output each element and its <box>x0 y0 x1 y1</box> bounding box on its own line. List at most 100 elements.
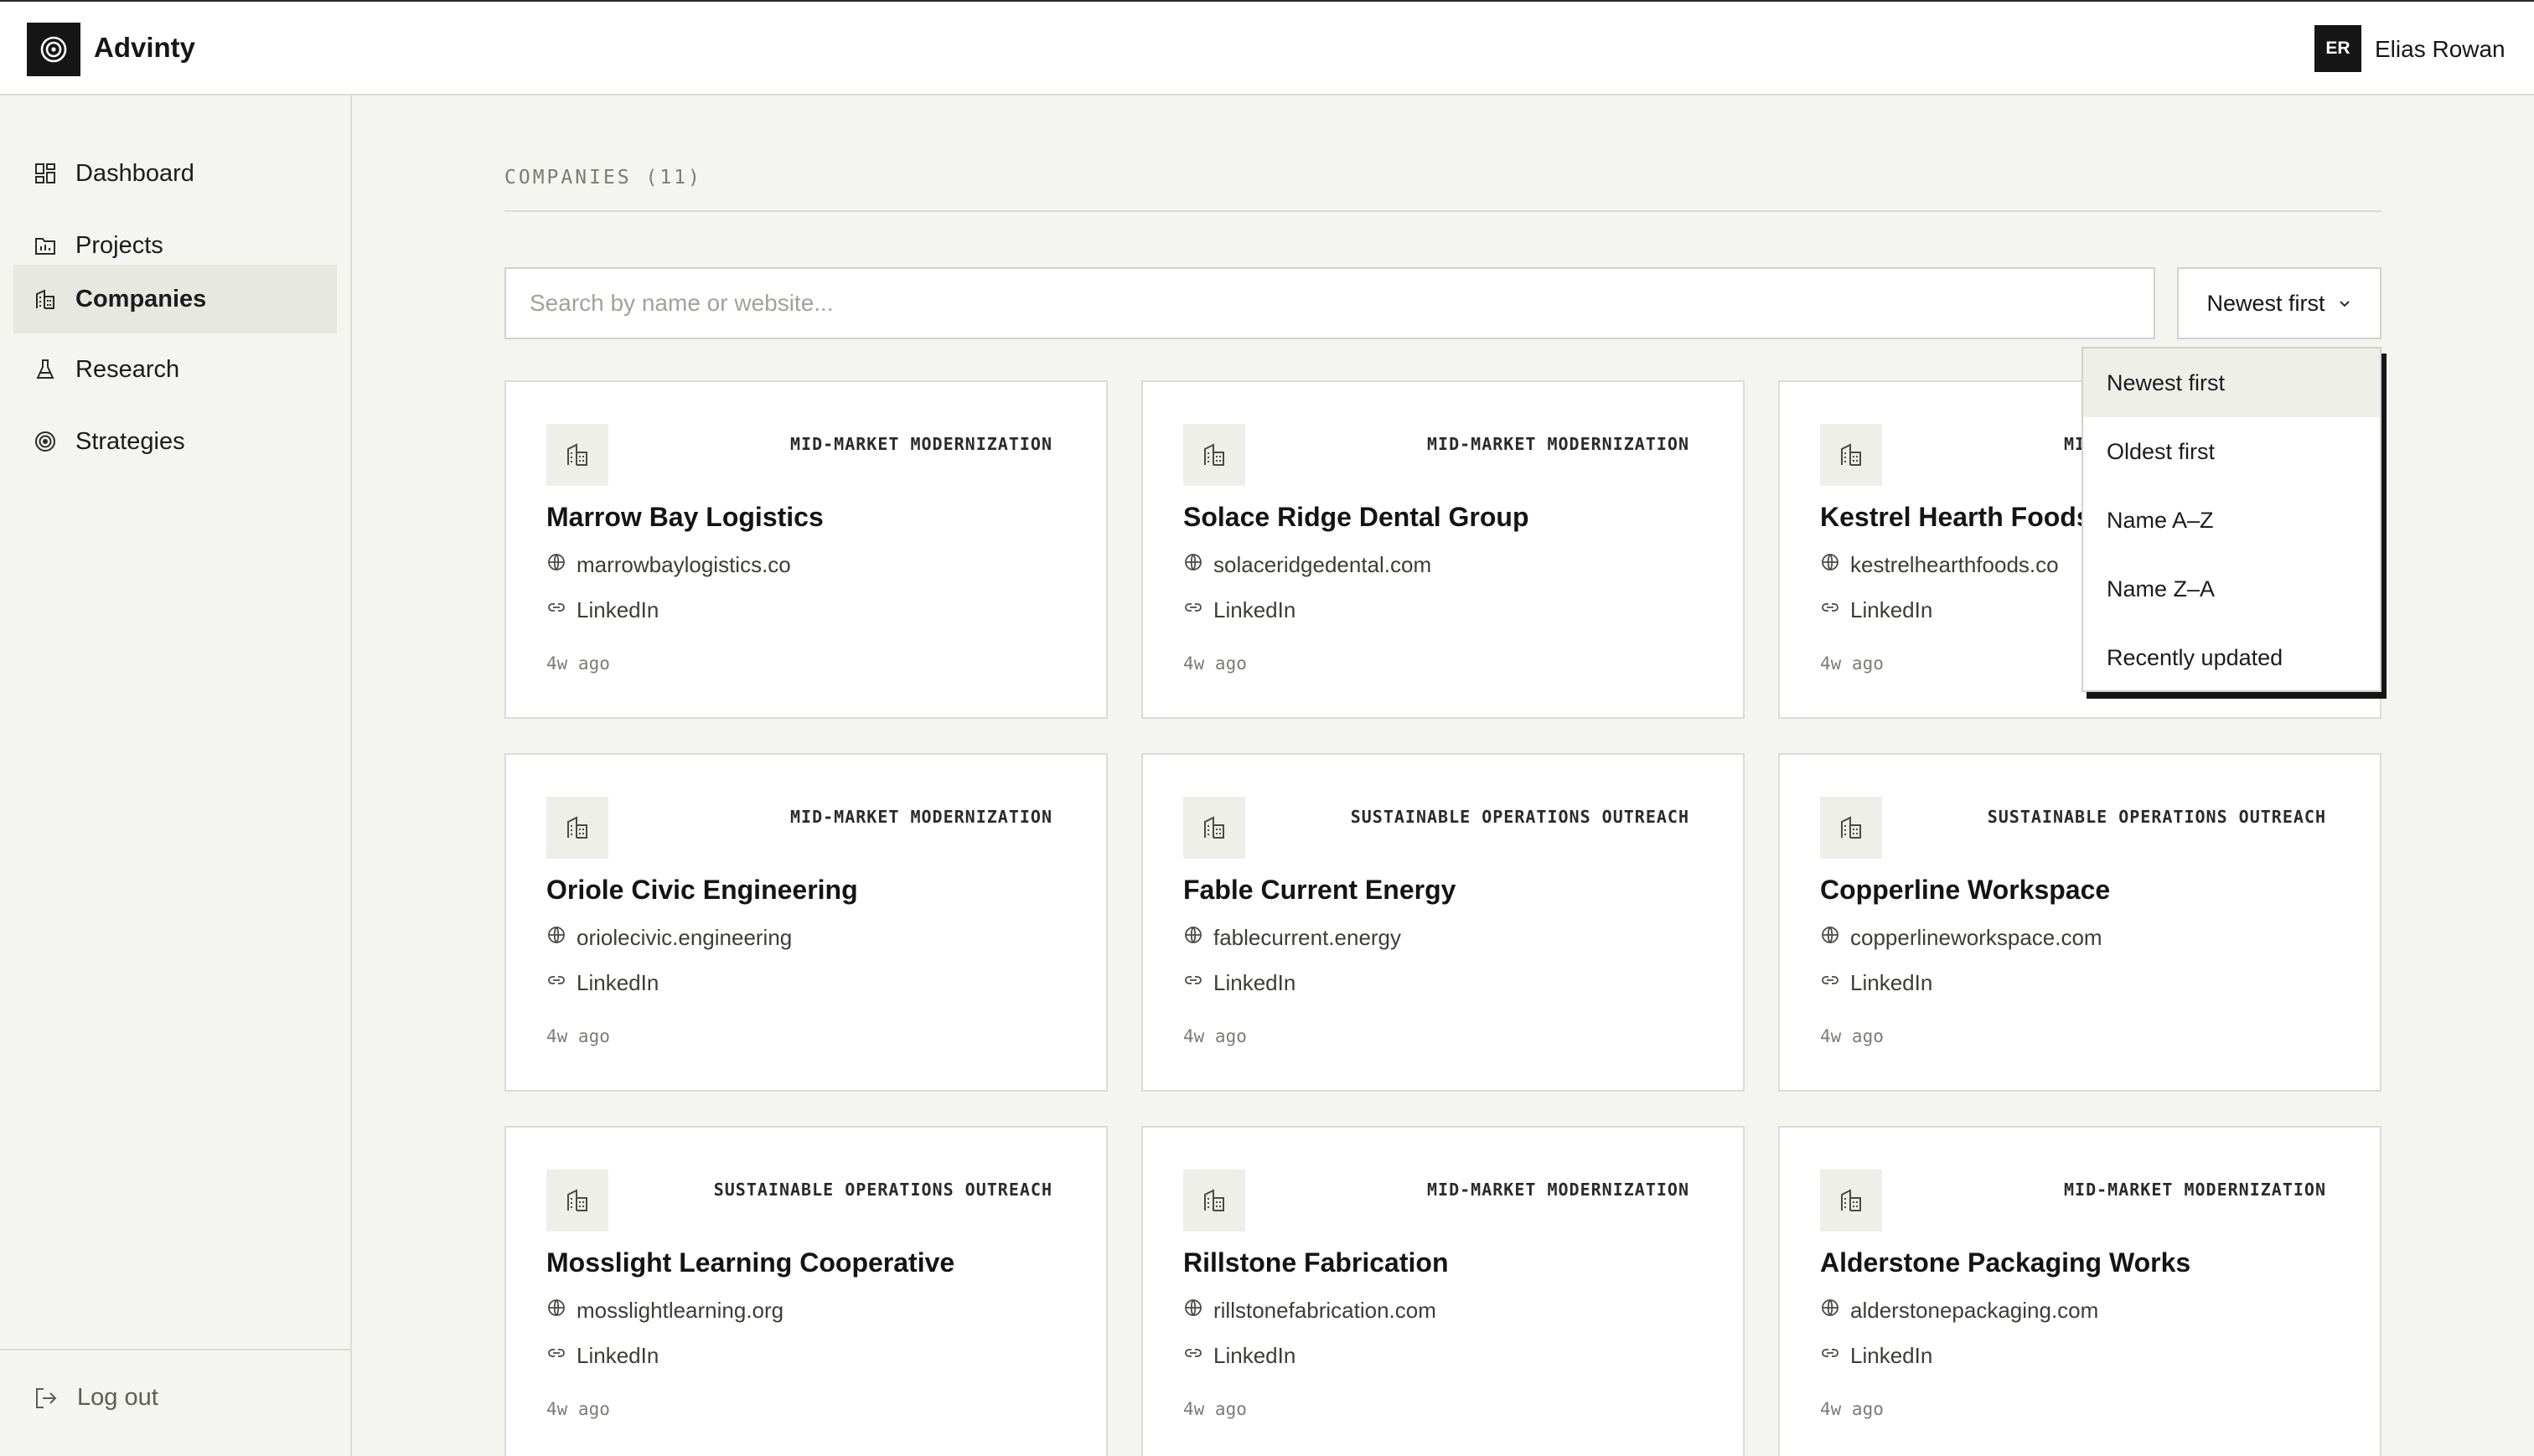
company-card[interactable]: SUSTAINABLE OPERATIONS OUTREACH Copperli… <box>1778 753 2381 1092</box>
campaign-tag: MID-MARKET MODERNIZATION <box>1427 1180 1689 1200</box>
logout-button[interactable]: Log out <box>34 1384 158 1412</box>
globe-icon <box>1183 1298 1213 1324</box>
search-field[interactable] <box>504 267 2155 339</box>
company-card[interactable]: SUSTAINABLE OPERATIONS OUTREACH Fable Cu… <box>1141 753 1745 1092</box>
sort-option-name-desc[interactable]: Name Z–A <box>2083 555 2380 623</box>
linkedin-text[interactable]: LinkedIn <box>1213 597 1295 623</box>
campaign-tag: SUSTAINABLE OPERATIONS OUTREACH <box>713 1180 1052 1200</box>
sidebar-item-strategies[interactable]: Strategies <box>13 407 337 476</box>
sort-option-recently-updated[interactable]: Recently updated <box>2083 623 2380 692</box>
website-text[interactable]: copperlineworkspace.com <box>1850 925 2102 951</box>
target-icon[interactable] <box>27 23 80 76</box>
company-website[interactable]: marrowbaylogistics.co <box>546 552 791 578</box>
website-text[interactable]: fablecurrent.energy <box>1213 925 1401 951</box>
building-icon <box>1820 424 1882 486</box>
link-icon <box>546 1343 577 1369</box>
flask-icon <box>36 359 54 379</box>
company-linkedin[interactable]: LinkedIn <box>1183 1343 1295 1369</box>
company-website[interactable]: rillstonefabrication.com <box>1183 1298 1436 1324</box>
building-icon <box>1183 797 1245 859</box>
building-icon <box>546 797 608 859</box>
company-linkedin[interactable]: LinkedIn <box>1820 597 1932 623</box>
company-name[interactable]: Rillstone Fabrication <box>1183 1247 1448 1278</box>
linkedin-text[interactable]: LinkedIn <box>577 597 659 623</box>
company-card[interactable]: MID-MARKET MODERNIZATION Solace Ridge De… <box>1141 380 1745 719</box>
company-website[interactable]: solaceridgedental.com <box>1183 552 1431 578</box>
sidebar-item-label: Research <box>75 355 180 383</box>
linkedin-text[interactable]: LinkedIn <box>1850 970 1932 996</box>
company-linkedin[interactable]: LinkedIn <box>546 1343 659 1369</box>
company-website[interactable]: alderstonepackaging.com <box>1820 1298 2098 1324</box>
linkedin-text[interactable]: LinkedIn <box>1850 1343 1932 1369</box>
website-text[interactable]: alderstonepackaging.com <box>1850 1298 2098 1324</box>
company-name[interactable]: Mosslight Learning Cooperative <box>546 1247 954 1278</box>
globe-icon <box>546 1298 577 1324</box>
campaign-tag: MID-MARKET MODERNIZATION <box>790 434 1052 454</box>
timestamp: 4w ago <box>1820 1026 1884 1046</box>
building-icon <box>1820 1169 1882 1231</box>
website-text[interactable]: marrowbaylogistics.co <box>577 552 791 578</box>
timestamp: 4w ago <box>1820 653 1884 674</box>
website-text[interactable]: rillstonefabrication.com <box>1213 1298 1436 1324</box>
company-card[interactable]: MID-MARKET MODERNIZATION Oriole Civic En… <box>504 753 1108 1092</box>
logout-icon <box>36 1387 57 1408</box>
globe-icon <box>1820 552 1850 578</box>
page-title: COMPANIES (11) <box>504 167 702 188</box>
company-linkedin[interactable]: LinkedIn <box>1183 597 1295 623</box>
linkedin-text[interactable]: LinkedIn <box>577 1343 659 1369</box>
campaign-tag: MID-MARKET MODERNIZATION <box>790 807 1052 827</box>
timestamp: 4w ago <box>546 1399 610 1419</box>
company-linkedin[interactable]: LinkedIn <box>1820 1343 1932 1369</box>
company-card[interactable]: MID-MARKET MODERNIZATION Marrow Bay Logi… <box>504 380 1108 719</box>
company-name[interactable]: Kestrel Hearth Foods <box>1820 502 2092 533</box>
brand-name[interactable]: Advinty <box>94 32 195 64</box>
company-name[interactable]: Copperline Workspace <box>1820 875 2110 906</box>
search-input[interactable] <box>506 269 2154 338</box>
sort-option-name-asc[interactable]: Name A–Z <box>2083 486 2380 555</box>
sort-select[interactable]: Newest first <box>2177 267 2381 339</box>
website-text[interactable]: kestrelhearthfoods.co <box>1850 552 2059 578</box>
sidebar-item-dashboard[interactable]: Dashboard <box>13 139 337 208</box>
company-card[interactable]: MID-MARKET MODERNIZATION Alderstone Pack… <box>1778 1126 2381 1456</box>
link-icon <box>1820 597 1850 623</box>
company-linkedin[interactable]: LinkedIn <box>1183 970 1295 996</box>
website-text[interactable]: oriolecivic.engineering <box>577 925 792 951</box>
company-linkedin[interactable]: LinkedIn <box>1820 970 1932 996</box>
sort-option-oldest[interactable]: Oldest first <box>2083 417 2380 486</box>
sidebar-item-research[interactable]: Research <box>13 335 337 404</box>
linkedin-text[interactable]: LinkedIn <box>1213 970 1295 996</box>
company-name[interactable]: Marrow Bay Logistics <box>546 502 824 533</box>
company-name[interactable]: Oriole Civic Engineering <box>546 875 858 906</box>
building-icon <box>546 424 608 486</box>
globe-icon <box>546 552 577 578</box>
sidebar-item-label: Projects <box>75 231 163 259</box>
company-website[interactable]: mosslightlearning.org <box>546 1298 783 1324</box>
company-name[interactable]: Fable Current Energy <box>1183 875 1456 906</box>
website-text[interactable]: mosslightlearning.org <box>577 1298 783 1324</box>
user-name[interactable]: Elias Rowan <box>2375 36 2506 63</box>
company-card[interactable]: MID-MARKET MODERNIZATION Rillstone Fabri… <box>1141 1126 1745 1456</box>
company-name[interactable]: Alderstone Packaging Works <box>1820 1247 2190 1278</box>
sort-option-newest[interactable]: Newest first <box>2083 349 2380 417</box>
chevron-down-icon <box>2339 301 2350 307</box>
company-website[interactable]: fablecurrent.energy <box>1183 925 1401 951</box>
linkedin-text[interactable]: LinkedIn <box>1850 597 1932 623</box>
company-website[interactable]: oriolecivic.engineering <box>546 925 792 951</box>
folder-chart-icon <box>35 238 55 255</box>
company-website[interactable]: copperlineworkspace.com <box>1820 925 2102 951</box>
sidebar-item-companies[interactable]: Companies <box>13 265 337 333</box>
globe-icon <box>1820 1298 1850 1324</box>
company-website[interactable]: kestrelhearthfoods.co <box>1820 552 2059 578</box>
building-icon <box>36 289 54 309</box>
campaign-tag: SUSTAINABLE OPERATIONS OUTREACH <box>1987 807 2326 827</box>
company-name[interactable]: Solace Ridge Dental Group <box>1183 502 1529 533</box>
company-linkedin[interactable]: LinkedIn <box>546 970 659 996</box>
linkedin-text[interactable]: LinkedIn <box>1213 1343 1295 1369</box>
website-text[interactable]: solaceridgedental.com <box>1213 552 1431 578</box>
link-icon <box>1183 597 1213 623</box>
linkedin-text[interactable]: LinkedIn <box>577 970 659 996</box>
company-linkedin[interactable]: LinkedIn <box>546 597 659 623</box>
sidebar-divider <box>0 1349 350 1350</box>
company-card[interactable]: SUSTAINABLE OPERATIONS OUTREACH Mossligh… <box>504 1126 1108 1456</box>
avatar[interactable]: ER <box>2314 25 2361 72</box>
